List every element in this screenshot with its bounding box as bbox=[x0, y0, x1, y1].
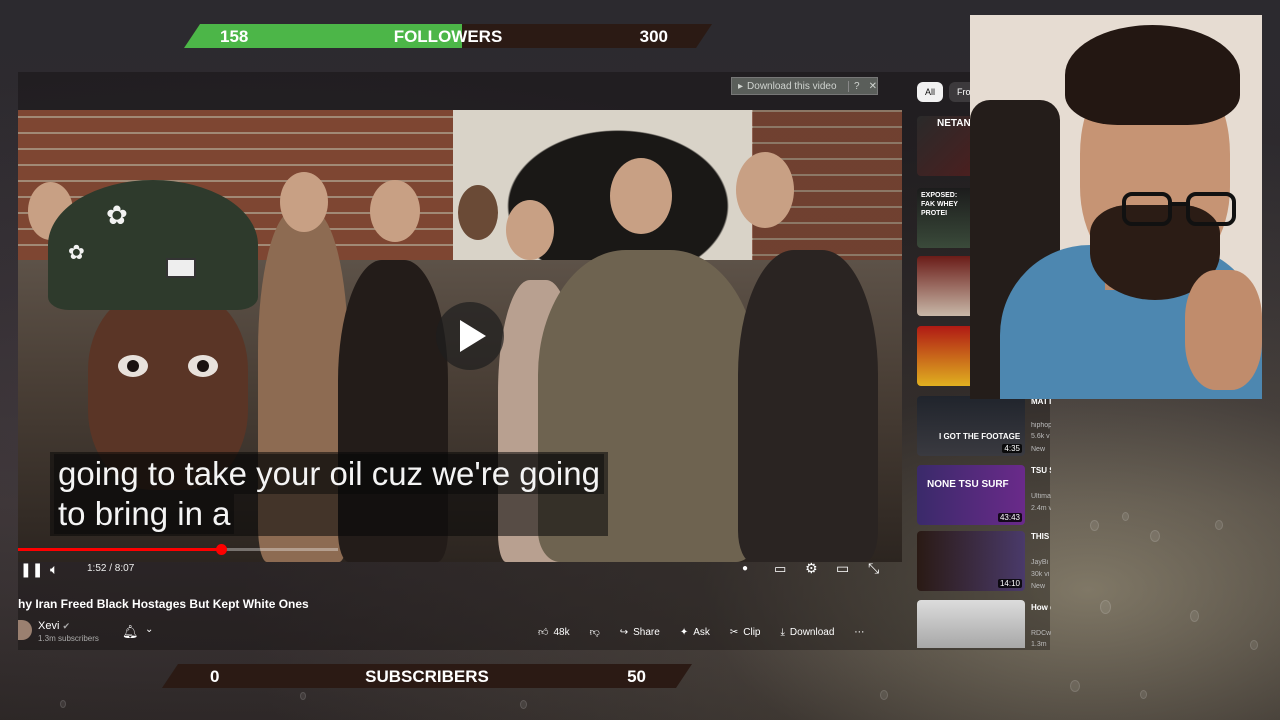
dislike-button[interactable]: 👎︎ bbox=[582, 621, 608, 643]
streamer-webcam bbox=[970, 15, 1262, 399]
like-count: 48k bbox=[553, 626, 570, 638]
download-arrow-icon: ⤓ bbox=[780, 626, 785, 638]
ask-button[interactable]: ✦ Ask bbox=[672, 621, 718, 643]
channel-subscriber-count: 1.3m subscribers bbox=[38, 634, 99, 643]
rec-channel: Ultima bbox=[1031, 493, 1051, 500]
new-badge: New bbox=[1031, 583, 1046, 590]
subtitles-icon[interactable]: ▭ bbox=[774, 561, 786, 577]
subscribers-label: SUBSCRIBERS bbox=[365, 667, 489, 686]
new-badge: New bbox=[1031, 446, 1046, 453]
rec-views: 30k vi bbox=[1031, 571, 1050, 578]
rec-views: 1.3m bbox=[1031, 641, 1047, 648]
video-duration: 43:43 bbox=[997, 513, 1022, 522]
rec-channel: JayBi bbox=[1031, 559, 1049, 566]
help-icon[interactable]: ? bbox=[848, 80, 865, 92]
download-video-extension-button[interactable]: ▸ Download this video ? ✕ bbox=[731, 77, 878, 95]
video-progress-bar[interactable] bbox=[18, 544, 338, 555]
rec-channel: hiphop bbox=[1031, 422, 1051, 429]
thumbs-up-icon: 👍︎ bbox=[538, 627, 549, 638]
sparkle-icon: ✦ bbox=[679, 626, 689, 638]
ask-label: Ask bbox=[693, 626, 710, 638]
download-label: Download bbox=[789, 626, 835, 638]
channel-name[interactable]: Xevi ✔ bbox=[38, 620, 70, 632]
subscribers-target: 50 bbox=[627, 667, 646, 686]
clip-button[interactable]: ✂ Clip bbox=[722, 621, 769, 643]
video-thumbnail[interactable]: 14:10 bbox=[917, 531, 1025, 591]
more-actions-button[interactable]: ⋯ bbox=[846, 621, 872, 643]
chevron-down-icon[interactable]: ⌄ bbox=[145, 624, 153, 635]
check-circle-icon: ✔ bbox=[62, 621, 71, 631]
rec-views: 2.4m v bbox=[1031, 505, 1051, 512]
share-arrow-icon: ↪ bbox=[619, 626, 629, 638]
rec-title[interactable]: TSU S SMAC bbox=[1031, 465, 1051, 476]
download-button[interactable]: ⤓ Download bbox=[773, 621, 843, 643]
caption-line-1: going to take your oil cuz we're going bbox=[54, 454, 604, 494]
recommendation-item[interactable]: NONE TSU SURF 43:43 TSU S SMAC Ultima 2.… bbox=[917, 465, 1051, 525]
video-thumbnail[interactable] bbox=[917, 600, 1025, 648]
settings-gear-icon[interactable]: ⚙ bbox=[805, 560, 818, 577]
share-button[interactable]: ↪ Share bbox=[612, 621, 668, 643]
thumbnail-text: EXPOSED: FAK WHEY PROTEI bbox=[921, 192, 958, 217]
progress-played bbox=[18, 548, 222, 551]
download-video-label: Download this video bbox=[747, 80, 837, 92]
channel-name-text[interactable]: Xevi bbox=[38, 620, 59, 632]
close-icon[interactable]: ✕ bbox=[869, 81, 877, 92]
volume-icon[interactable]: 🔈︎ bbox=[50, 561, 58, 578]
video-duration: 14:10 bbox=[997, 579, 1022, 588]
more-horizontal-icon: ⋯ bbox=[854, 626, 865, 638]
play-button[interactable] bbox=[436, 302, 504, 370]
download-icon: ▸ bbox=[738, 80, 744, 92]
followers-label: FOLLOWERS bbox=[393, 27, 503, 46]
video-actions: 👍︎ 48k 👎︎ ↪ Share ✦ Ask ✂ Clip ⤓ Downloa… bbox=[530, 621, 872, 643]
time-display: 1:52 / 8:07 bbox=[87, 563, 135, 574]
video-duration: 4:35 bbox=[1002, 444, 1022, 453]
fullscreen-icon[interactable]: ⤡ bbox=[868, 560, 879, 577]
autoplay-toggle[interactable]: ● bbox=[742, 563, 748, 574]
thumbs-down-icon: 👎︎ bbox=[589, 627, 600, 638]
thumbnail-text: NONE TSU SURF bbox=[927, 479, 1009, 490]
video-thumbnail[interactable]: I GOT THE FOOTAGE 4:35 bbox=[917, 396, 1025, 456]
rec-title[interactable]: THIS YOU? bbox=[1031, 531, 1051, 542]
rec-views: 5.6k v bbox=[1031, 433, 1050, 440]
rec-title[interactable]: How dropp bbox=[1031, 602, 1051, 613]
recommendation-item[interactable]: I GOT THE FOOTAGE 4:35 MATT REX G hiphop… bbox=[917, 396, 1051, 456]
bell-icon[interactable]: 🔔︎ bbox=[122, 624, 139, 640]
thumbnail-text: I GOT THE FOOTAGE bbox=[939, 432, 1021, 441]
theater-mode-icon[interactable]: ▭ bbox=[836, 560, 849, 577]
scissors-icon: ✂ bbox=[729, 626, 739, 638]
recommendation-item[interactable]: 14:10 THIS YOU? JayBi 30k vi New bbox=[917, 531, 1051, 591]
subscribers-goal-bar: 0 SUBSCRIBERS 50 bbox=[162, 664, 692, 688]
closed-captions: going to take your oil cuz we're going t… bbox=[50, 452, 608, 536]
pause-icon[interactable]: ❚❚ bbox=[20, 561, 43, 578]
followers-goal-bar: 158 FOLLOWERS 300 bbox=[184, 24, 712, 48]
recommendation-item[interactable]: How dropp RDCw 1.3m bbox=[917, 600, 1051, 648]
like-button[interactable]: 👍︎ 48k bbox=[530, 621, 578, 643]
chip-all[interactable]: All bbox=[917, 82, 944, 102]
rec-channel: RDCw bbox=[1031, 630, 1051, 637]
share-label: Share bbox=[633, 626, 660, 638]
video-player[interactable]: ✿ ✿ going to take your oil cuz we're goi… bbox=[18, 110, 902, 562]
video-thumbnail[interactable]: NONE TSU SURF 43:43 bbox=[917, 465, 1025, 525]
clip-label: Clip bbox=[743, 626, 761, 638]
caption-line-2: to bring in a bbox=[54, 494, 235, 534]
followers-target: 300 bbox=[639, 27, 668, 46]
video-title: hy Iran Freed Black Hostages But Kept Wh… bbox=[18, 597, 309, 611]
